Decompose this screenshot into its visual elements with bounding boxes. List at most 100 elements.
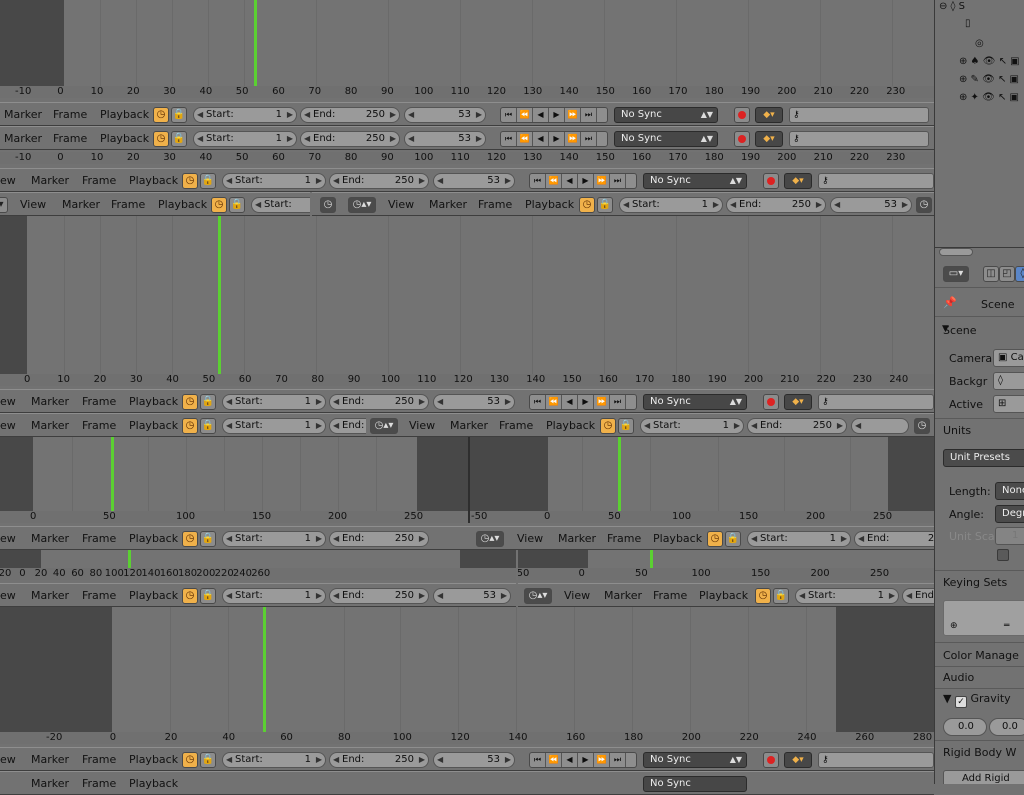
playhead[interactable]	[650, 550, 653, 568]
end-frame-field[interactable]: ◀ End: 250 ▶	[329, 394, 429, 410]
preview-range-icon[interactable]: ◷	[182, 752, 198, 768]
menu-playback[interactable]: Playback	[525, 198, 574, 212]
record-button[interactable]	[763, 752, 779, 768]
menu-frame[interactable]: Frame	[53, 108, 87, 122]
jump-end-icon[interactable]: ⏭	[610, 174, 626, 188]
camera-field[interactable]: ▣ Ca	[993, 349, 1024, 367]
menu-playback[interactable]: Playback	[546, 419, 595, 433]
play-reverse-icon[interactable]: ◀	[562, 174, 578, 188]
start-frame-field[interactable]: ◀ Start: 1 ▶	[222, 394, 326, 410]
end-frame-field[interactable]: ◀ End: 250 ▶	[329, 531, 429, 547]
menu-marker[interactable]: Marker	[31, 589, 69, 603]
menu-marker[interactable]: Marker	[31, 395, 69, 409]
timeline-area-5[interactable]	[0, 607, 934, 732]
keyframe-type-dropdown[interactable]: ◆▾	[784, 173, 812, 189]
lock-icon[interactable]: 🔒	[200, 173, 216, 189]
start-frame-field[interactable]: ◀ Start: 1 ▶	[795, 588, 899, 604]
menu-playback[interactable]: Playback	[100, 132, 149, 146]
frame-ruler-8[interactable]: -20 0 20 40 60 80 100 120 140 160 180 200 220 240 260 2…	[0, 732, 934, 744]
frame-ruler-6[interactable]: -20 0 20 40 60 80100120140160180200220240260	[0, 568, 516, 580]
lock-icon[interactable]: 🔒	[229, 197, 245, 213]
menu-frame[interactable]: Frame	[478, 198, 512, 212]
menu-playback[interactable]: Playback	[129, 395, 178, 409]
jump-end-icon[interactable]: ⏭	[581, 108, 597, 122]
jump-start-icon[interactable]: ⏮	[530, 395, 546, 409]
playhead[interactable]	[618, 437, 621, 511]
keying-sets-panel-header[interactable]: Keying Sets	[943, 576, 1007, 589]
menu-frame[interactable]: Frame	[607, 532, 641, 546]
menu-view[interactable]: ew	[0, 589, 16, 603]
start-frame-field[interactable]: ◀ Start: 1 ▶	[747, 531, 851, 547]
editor-type-icon[interactable]: ◷	[320, 197, 336, 213]
menu-playback[interactable]: Playback	[653, 532, 702, 546]
menu-playback[interactable]: Playback	[129, 174, 178, 188]
start-frame-field[interactable]: ◀ Start: 1 ▶	[222, 418, 326, 434]
lock-icon[interactable]: 🔒	[200, 394, 216, 410]
sync-dropdown[interactable]: No Sync	[643, 776, 747, 792]
frame-ruler-4[interactable]: 0 50 100 150 200 250	[0, 511, 468, 523]
start-frame-field[interactable]: ◀ Start: 1 ▶	[222, 531, 326, 547]
outliner-row[interactable]: ⊕ ♠ 👁 ↖ ▣	[959, 56, 1020, 67]
menu-playback[interactable]: Playback	[129, 589, 178, 603]
menu-frame[interactable]: Frame	[82, 174, 116, 188]
menu-view[interactable]: View	[517, 532, 543, 546]
playhead[interactable]	[111, 437, 114, 511]
render-tab-icon[interactable]: ◫	[983, 266, 999, 282]
frame-ruler-2[interactable]: -10 0 10 20 30 40 50 60 70 80 90 100 110 120 130 140 150…	[0, 152, 934, 164]
keyframe-type-dropdown[interactable]: ◆▾	[784, 394, 812, 410]
lock-icon[interactable]: 🔒	[773, 588, 789, 604]
play-icon[interactable]: ▶	[578, 395, 594, 409]
scene-panel-arrow-icon[interactable]: ▼	[942, 324, 949, 334]
end-frame-field[interactable]: ◀ End: 250 ▶	[329, 588, 429, 604]
end-frame-field[interactable]: ◀ End: 250 ▶	[300, 107, 400, 123]
preview-range-icon[interactable]: ◷	[182, 173, 198, 189]
start-frame-field[interactable]: ◀ Start: 1 ▶	[193, 107, 297, 123]
outliner-row[interactable]: ⊖ ◊ S	[939, 1, 965, 12]
menu-view[interactable]: ew	[0, 174, 16, 188]
units-panel-header[interactable]: Units	[943, 424, 971, 437]
prev-key-icon[interactable]: ⏪	[546, 395, 562, 409]
menu-view[interactable]: ew	[0, 753, 16, 767]
editor-type-icon[interactable]: ◷▴▾	[524, 588, 552, 604]
lock-icon[interactable]: 🔒	[200, 752, 216, 768]
play-reverse-icon[interactable]: ◀	[562, 395, 578, 409]
end-frame-field[interactable]: ◀End:250	[854, 531, 934, 547]
menu-marker[interactable]: Marker	[62, 198, 100, 212]
keying-sets-list[interactable]: ⊕ ═	[943, 600, 1024, 636]
playhead[interactable]	[218, 216, 221, 374]
editor-type-icon[interactable]: ◷▴▾	[370, 418, 398, 434]
menu-playback[interactable]: Playback	[699, 589, 748, 603]
editor-type-icon[interactable]: ◷	[916, 197, 932, 213]
end-frame-field[interactable]: ◀ End: 250 ▶	[726, 197, 826, 213]
lock-icon[interactable]: 🔒	[171, 107, 187, 123]
editor-type-icon[interactable]: ◷	[914, 418, 930, 434]
length-dropdown[interactable]: None	[995, 482, 1024, 500]
menu-frame[interactable]: Frame	[82, 589, 116, 603]
outliner-scrollbar[interactable]	[939, 248, 973, 256]
outliner-row[interactable]: ⊕ ✎ 👁 ↖ ▣	[959, 74, 1019, 85]
keying-set-field[interactable]: ⚷	[789, 107, 929, 123]
menu-marker[interactable]: Marker	[4, 132, 42, 146]
keying-set-field[interactable]: ⚷	[818, 394, 934, 410]
playback-controls[interactable]: ⏮ ⏪ ◀ ▶ ⏩ ⏭	[529, 173, 637, 189]
record-button[interactable]	[763, 173, 779, 189]
menu-marker[interactable]: Marker	[31, 419, 69, 433]
editor-type-icon[interactable]: ◷▴▾	[476, 531, 504, 547]
current-frame-field[interactable]: ◀ 53 ▶	[433, 588, 511, 604]
preview-range-icon[interactable]: ◷	[182, 531, 198, 547]
color-management-panel-header[interactable]: Color Manage	[943, 649, 1019, 662]
unit-scale-field[interactable]: 1	[995, 527, 1024, 545]
next-key-icon[interactable]: ⏩	[565, 108, 581, 122]
menu-view[interactable]: ew	[0, 419, 16, 433]
playback-controls[interactable]: ⏮ ⏪ ◀ ▶ ⏩ ⏭	[529, 752, 637, 768]
end-frame-field[interactable]: ◀ End: 250 ▶	[329, 752, 429, 768]
background-field[interactable]: ◊	[993, 372, 1024, 390]
lock-icon[interactable]: 🔒	[200, 418, 216, 434]
menu-frame[interactable]: Frame	[653, 589, 687, 603]
play-icon[interactable]: ▶	[549, 108, 565, 122]
lock-icon[interactable]: 🔒	[200, 588, 216, 604]
preview-range-icon[interactable]: ◷	[600, 418, 616, 434]
playback-controls[interactable]: ⏮ ⏪ ◀ ▶ ⏩ ⏭	[500, 107, 608, 123]
current-frame-field[interactable]: ◀ 53 ▶	[433, 752, 515, 768]
next-key-icon[interactable]: ⏩	[594, 395, 610, 409]
